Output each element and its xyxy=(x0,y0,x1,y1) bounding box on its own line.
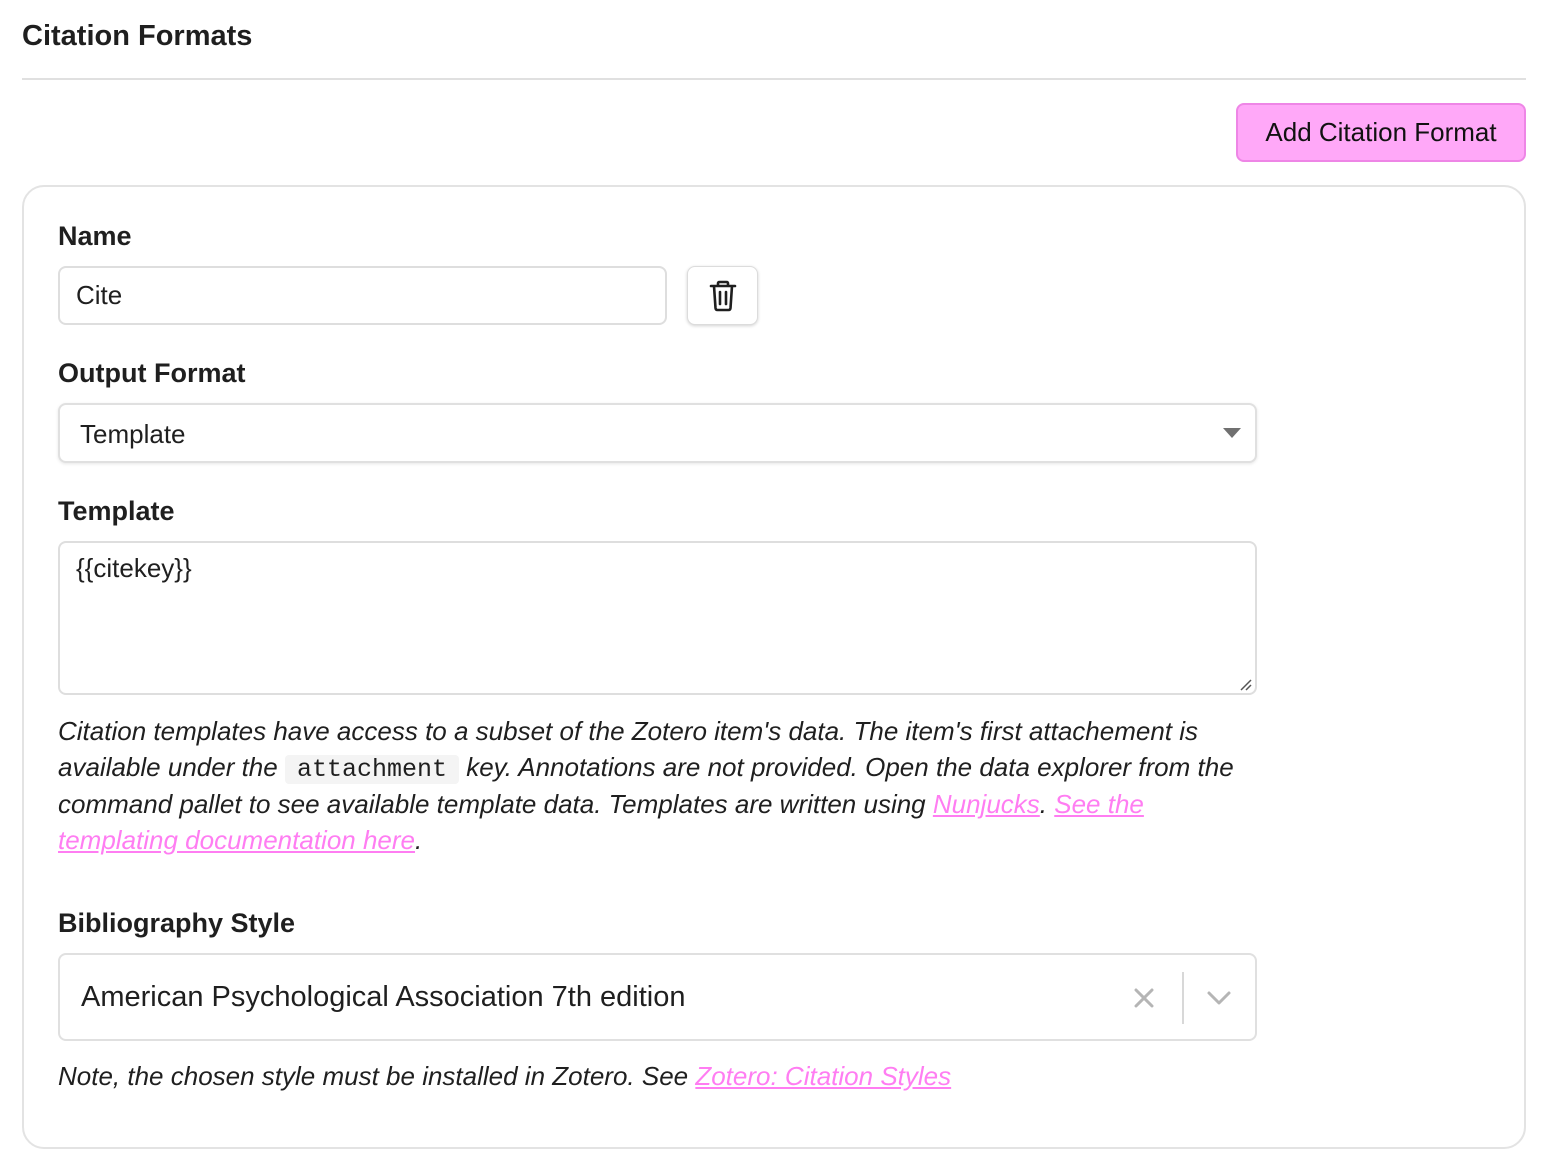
output-format-select[interactable]: Template xyxy=(58,403,1257,463)
add-citation-format-button[interactable]: Add Citation Format xyxy=(1236,103,1526,162)
bibliography-style-value: American Psychological Association 7th e… xyxy=(81,981,686,1013)
caret-down-icon xyxy=(1223,428,1241,438)
bibliography-note: Note, the chosen style must be installed… xyxy=(58,1061,951,1092)
section-title: Citation Formats xyxy=(22,20,253,52)
template-help-text: Citation templates have access to a subs… xyxy=(58,714,1268,858)
name-label: Name xyxy=(58,221,132,251)
output-format-value: Template xyxy=(80,419,186,449)
citation-styles-link[interactable]: Zotero: Citation Styles xyxy=(695,1061,951,1091)
chevron-down-icon[interactable] xyxy=(1206,988,1232,1008)
combo-separator xyxy=(1182,972,1184,1024)
trash-icon xyxy=(709,280,737,312)
output-format-label: Output Format xyxy=(58,358,246,388)
clear-icon[interactable] xyxy=(1132,986,1156,1010)
citation-formats-page: Citation Formats Add Citation Format Nam… xyxy=(0,0,1558,1172)
template-textarea[interactable]: {{citekey}} xyxy=(58,541,1257,695)
template-label: Template xyxy=(58,496,175,526)
citation-format-card: Name Output Format Template Template {{c… xyxy=(22,185,1526,1149)
section-header: Citation Formats xyxy=(22,16,1526,80)
nunjucks-link[interactable]: Nunjucks xyxy=(933,789,1040,819)
help-text-end: . xyxy=(415,824,423,855)
attachment-code: attachment xyxy=(284,754,459,784)
resize-handle-icon[interactable] xyxy=(1238,677,1252,691)
name-input[interactable] xyxy=(58,266,667,325)
delete-format-button[interactable] xyxy=(687,266,758,325)
bibliography-style-label: Bibliography Style xyxy=(58,908,296,938)
note-text: Note, the chosen style must be installed… xyxy=(58,1061,696,1091)
bibliography-style-select[interactable]: American Psychological Association 7th e… xyxy=(58,953,1257,1041)
help-text-separator: . xyxy=(1039,789,1055,819)
